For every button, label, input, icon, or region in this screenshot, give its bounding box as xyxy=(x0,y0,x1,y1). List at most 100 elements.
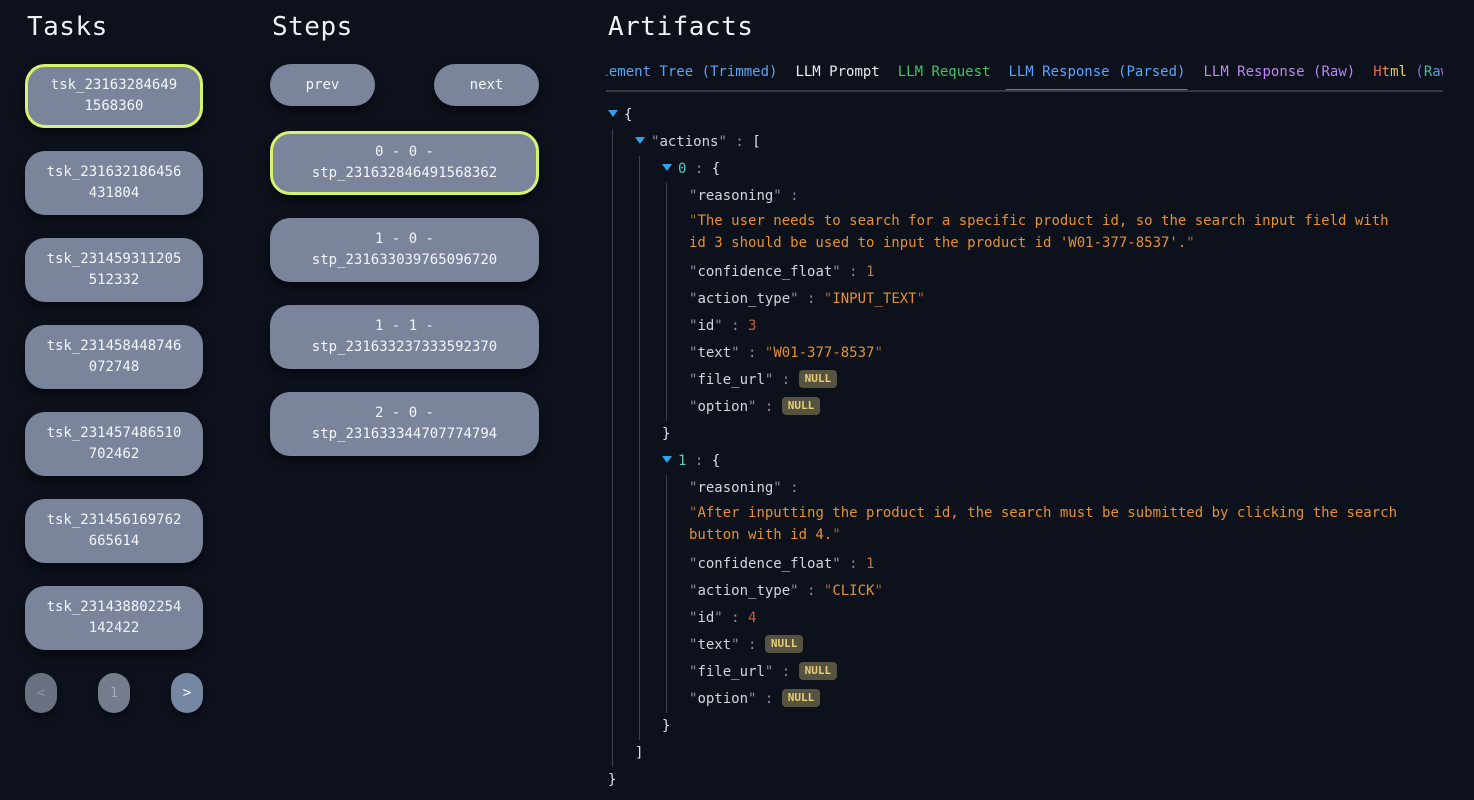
indent-guide xyxy=(639,259,662,286)
indent-guide xyxy=(612,156,635,183)
indent-guide xyxy=(612,210,635,259)
step-list: 0 - 0 - stp_231632846491568362 1 - 0 - st… xyxy=(270,131,539,456)
indent-guide xyxy=(639,340,662,367)
json-row: "text" : "W01-377-8537" xyxy=(608,340,1443,367)
tab-html-raw[interactable]: Html (Raw) xyxy=(1373,64,1443,80)
indent-guide xyxy=(612,659,635,686)
null-badge: NULL xyxy=(782,397,821,415)
pagination: < 1 > xyxy=(25,673,203,713)
indent-guide xyxy=(639,686,662,713)
indent-guide xyxy=(612,313,635,340)
indent-guide xyxy=(612,367,635,394)
task-button[interactable]: tsk_231438802254142422 xyxy=(25,586,203,650)
json-viewer: {"actions" : [0 : {"reasoning" : "The us… xyxy=(608,102,1443,794)
indent-guide xyxy=(666,313,689,340)
indent-guide xyxy=(639,578,662,605)
indent-guide xyxy=(666,286,689,313)
collapse-triangle-icon[interactable] xyxy=(662,164,672,171)
indent-guide xyxy=(666,686,689,713)
json-row: 1 : { xyxy=(608,448,1443,475)
tab-llm-request[interactable]: LLM Request xyxy=(898,64,991,80)
indent-guide xyxy=(666,259,689,286)
indent-guide xyxy=(612,740,635,767)
indent-guide xyxy=(666,551,689,578)
tasks-title: Tasks xyxy=(27,12,203,42)
indent-guide xyxy=(612,551,635,578)
indent-guide xyxy=(639,394,662,421)
json-row: "text" : NULL xyxy=(608,632,1443,659)
indent-guide xyxy=(612,394,635,421)
indent-guide xyxy=(666,632,689,659)
json-row: "id" : 3 xyxy=(608,313,1443,340)
json-row: ] xyxy=(608,740,1443,767)
indent-guide xyxy=(612,632,635,659)
collapse-triangle-icon[interactable] xyxy=(635,137,645,144)
indent-guide xyxy=(666,394,689,421)
indent-guide xyxy=(666,183,689,210)
collapse-triangle-icon[interactable] xyxy=(608,110,618,117)
task-button[interactable]: tsk_231458448746072748 xyxy=(25,325,203,389)
indent-guide xyxy=(612,448,635,475)
indent-guide xyxy=(666,340,689,367)
indent-guide xyxy=(612,475,635,502)
task-button[interactable]: tsk_231457486510702462 xyxy=(25,412,203,476)
tab-element-tree-trimmed[interactable]: Element Tree (Trimmed) xyxy=(606,64,777,80)
json-row: "confidence_float" : 1 xyxy=(608,259,1443,286)
prev-step-button[interactable]: prev xyxy=(270,64,375,106)
indent-guide xyxy=(666,659,689,686)
indent-guide xyxy=(639,313,662,340)
step-button[interactable]: 1 - 1 - stp_231633237333592370 xyxy=(270,305,539,369)
json-row: "reasoning" : xyxy=(608,183,1443,210)
task-button[interactable]: tsk_231632846491568360 xyxy=(25,64,203,128)
next-step-button[interactable]: next xyxy=(434,64,539,106)
tab-llm-response-parsed[interactable]: LLM Response (Parsed) xyxy=(1008,64,1185,80)
indent-guide xyxy=(666,210,689,259)
collapse-triangle-icon[interactable] xyxy=(662,456,672,463)
json-row: } xyxy=(608,421,1443,448)
task-button[interactable]: tsk_231459311205512332 xyxy=(25,238,203,302)
step-button[interactable]: 0 - 0 - stp_231632846491568362 xyxy=(270,131,539,195)
json-row: "option" : NULL xyxy=(608,394,1443,421)
indent-guide xyxy=(639,421,662,448)
indent-guide xyxy=(666,475,689,502)
indent-guide xyxy=(666,578,689,605)
indent-guide xyxy=(639,210,662,259)
json-row: "actions" : [ xyxy=(608,129,1443,156)
json-row: "The user needs to search for a specific… xyxy=(608,210,1443,259)
prev-page-button[interactable]: < xyxy=(25,673,57,713)
indent-guide xyxy=(639,551,662,578)
indent-guide xyxy=(612,686,635,713)
tab-llm-response-raw[interactable]: LLM Response (Raw) xyxy=(1203,64,1355,80)
indent-guide xyxy=(666,367,689,394)
step-button[interactable]: 1 - 0 - stp_231633039765096720 xyxy=(270,218,539,282)
task-list: tsk_231632846491568360 tsk_23163218645643… xyxy=(25,64,203,650)
json-row: "reasoning" : xyxy=(608,475,1443,502)
json-row: 0 : { xyxy=(608,156,1443,183)
indent-guide xyxy=(639,659,662,686)
null-badge: NULL xyxy=(782,689,821,707)
indent-guide xyxy=(639,183,662,210)
indent-guide xyxy=(612,605,635,632)
indent-guide xyxy=(639,713,662,740)
json-row: } xyxy=(608,767,1443,794)
indent-guide xyxy=(639,286,662,313)
step-button[interactable]: 2 - 0 - stp_231633344707774794 xyxy=(270,392,539,456)
json-row: "confidence_float" : 1 xyxy=(608,551,1443,578)
indent-guide xyxy=(639,475,662,502)
tab-llm-prompt[interactable]: LLM Prompt xyxy=(795,64,879,80)
indent-guide xyxy=(612,713,635,740)
indent-guide xyxy=(666,605,689,632)
artifacts-panel: Artifacts Element Tree (Trimmed)LLM Prom… xyxy=(606,0,1443,794)
json-row: { xyxy=(608,102,1443,129)
indent-guide xyxy=(612,340,635,367)
task-button[interactable]: tsk_231632186456431804 xyxy=(25,151,203,215)
step-nav: prev next xyxy=(270,64,539,106)
indent-guide xyxy=(612,502,635,551)
null-badge: NULL xyxy=(799,662,838,680)
json-row: "action_type" : "INPUT_TEXT" xyxy=(608,286,1443,313)
page-number-button[interactable]: 1 xyxy=(98,673,130,713)
task-button[interactable]: tsk_231456169762665614 xyxy=(25,499,203,563)
indent-guide xyxy=(612,286,635,313)
next-page-button[interactable]: > xyxy=(171,673,203,713)
null-badge: NULL xyxy=(765,635,804,653)
